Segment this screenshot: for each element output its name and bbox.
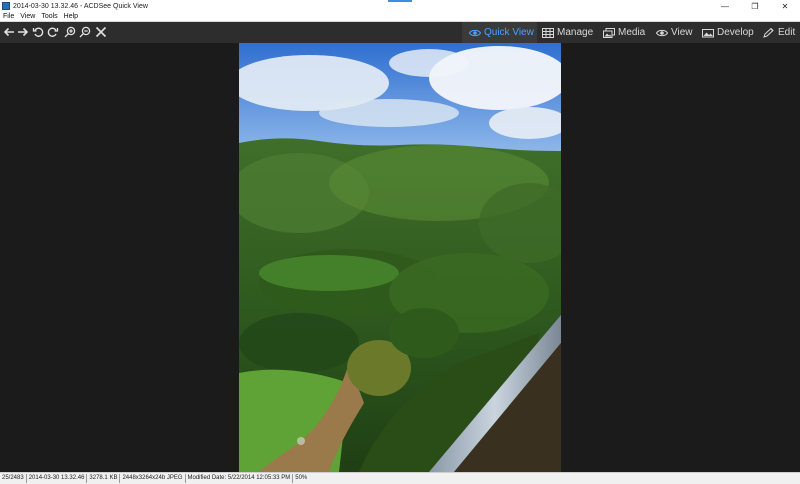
- restore-icon: ❐: [751, 1, 759, 11]
- zoom-out-icon: [79, 26, 91, 38]
- window-controls: — ❐ ✕: [710, 0, 800, 12]
- title-bar: 2014-03-30 13.32.46 - ACDSee Quick View …: [0, 0, 800, 12]
- menu-tools[interactable]: Tools: [38, 13, 60, 20]
- title-indicator: [388, 0, 412, 2]
- tab-manage[interactable]: Manage: [542, 22, 593, 43]
- tab-media-label: Media: [618, 27, 646, 38]
- tab-edit[interactable]: Edit: [763, 22, 795, 43]
- close-window-icon: ✕: [781, 1, 789, 11]
- photo-image: [239, 43, 561, 472]
- tab-edit-label: Edit: [778, 27, 796, 38]
- zoom-out-button[interactable]: [78, 25, 92, 39]
- status-zoom[interactable]: 50%: [293, 474, 309, 483]
- close-window-button[interactable]: ✕: [770, 0, 800, 12]
- eye-icon: [656, 29, 668, 36]
- minimize-icon: —: [721, 1, 729, 11]
- tab-develop-label: Develop: [717, 27, 754, 38]
- close-icon: [95, 26, 107, 38]
- previous-button[interactable]: [2, 25, 16, 39]
- status-modified-date: Modified Date: 5/22/2014 12:05:33 PM: [186, 474, 294, 483]
- rotate-right-button[interactable]: [46, 25, 60, 39]
- menu-help[interactable]: Help: [61, 13, 81, 20]
- zoom-in-icon: [64, 26, 76, 38]
- minimize-button[interactable]: —: [710, 0, 740, 12]
- acdsee-app-icon: [2, 2, 10, 10]
- menu-bar: File View Tools Help: [0, 12, 800, 22]
- tab-develop[interactable]: Develop: [702, 22, 754, 43]
- eye-icon: [469, 29, 481, 36]
- previous-icon: [3, 27, 14, 37]
- next-icon: [18, 27, 29, 37]
- tab-view[interactable]: View: [656, 22, 693, 43]
- status-position: 25/2483: [0, 474, 27, 483]
- status-filesize: 3278.1 KB: [87, 474, 121, 483]
- tab-quick-view[interactable]: Quick View: [462, 22, 537, 43]
- rotate-left-button[interactable]: [31, 25, 45, 39]
- tab-media[interactable]: Media: [603, 22, 645, 43]
- grid-icon: [542, 27, 554, 38]
- status-dimensions: 2448x3264x24b JPEG: [120, 474, 186, 483]
- media-icon: [603, 27, 615, 38]
- tab-manage-label: Manage: [557, 27, 594, 38]
- image-viewer[interactable]: [0, 43, 800, 472]
- restore-button[interactable]: ❐: [740, 0, 770, 12]
- status-filename: 2014-03-30 13.32.46: [27, 474, 88, 483]
- develop-icon: [702, 28, 714, 37]
- rotate-right-icon: [47, 27, 59, 37]
- window-title: 2014-03-30 13.32.46 - ACDSee Quick View: [13, 2, 148, 10]
- zoom-in-button[interactable]: [63, 25, 77, 39]
- next-button[interactable]: [16, 25, 30, 39]
- status-bar: 25/2483 2014-03-30 13.32.46 3278.1 KB 24…: [0, 472, 800, 484]
- menu-file[interactable]: File: [0, 13, 17, 20]
- rotate-left-icon: [32, 27, 44, 37]
- toolbar: Quick View Manage Media View Develop Edi…: [0, 22, 800, 43]
- edit-icon: [763, 27, 774, 38]
- tab-quick-view-label: Quick View: [484, 27, 534, 38]
- tab-view-label: View: [671, 27, 693, 38]
- menu-view[interactable]: View: [17, 13, 38, 20]
- close-image-button[interactable]: [94, 25, 108, 39]
